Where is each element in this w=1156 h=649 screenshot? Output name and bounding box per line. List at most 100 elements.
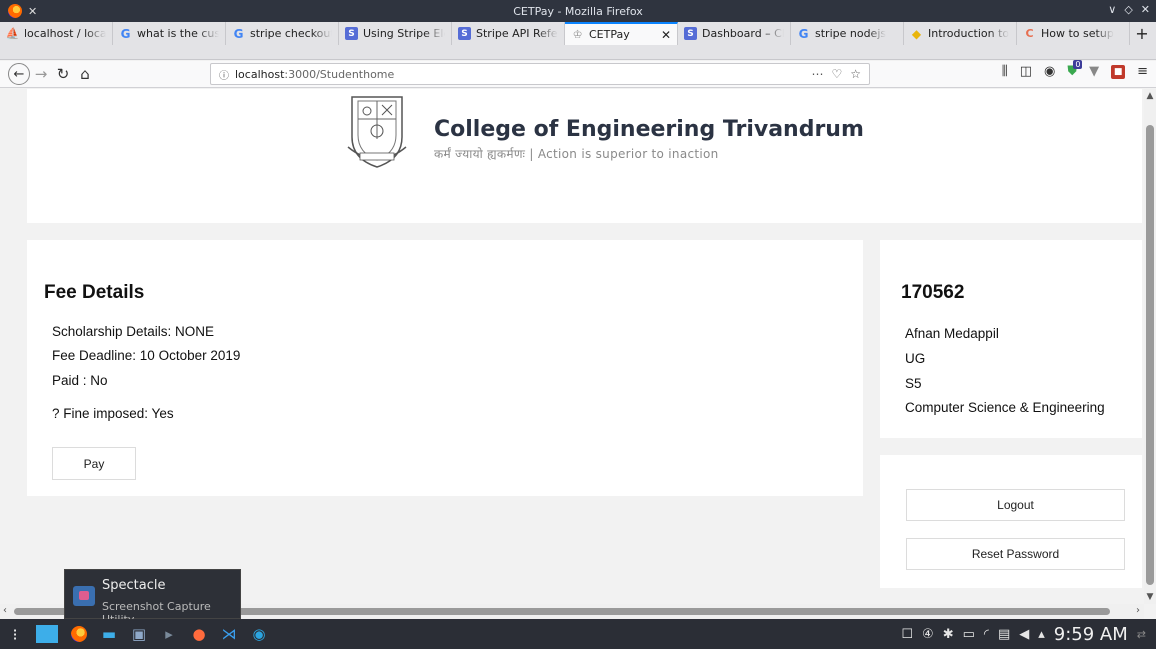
student-info-card: 170562 Afnan Medappil UG S5 Computer Sci… [880,240,1142,438]
firefox-taskbar-icon[interactable] [64,619,94,649]
spectacle-icon [73,586,95,606]
ublock-icon[interactable]: ⛊ 0 [1067,60,1083,79]
tooltip-title: Spectacle [102,578,166,593]
system-monitor-icon[interactable]: ▣ [124,619,154,649]
page-viewport: College of Engineering Trivandrum कर्मं … [0,89,1156,619]
menu-icon[interactable]: ≡ [1137,64,1148,79]
student-id: 170562 [901,282,965,303]
student-name: Afnan Medappil [905,326,999,341]
tab-stripe-elements[interactable]: S Using Stripe Elements [339,22,452,45]
tab-bar: ⛵ localhost / localhost Gwhat is the cust… [0,22,1156,60]
tab-introduction[interactable]: ◆ Introduction to [904,22,1017,45]
window-titlebar: ✕ CETPay - Mozilla Firefox ∨ ◇ ✕ [0,0,1156,22]
tab-google-stripe-checkout[interactable]: Gstripe checkout [226,22,339,45]
fee-details-heading: Fee Details [44,282,145,303]
pin-icon[interactable]: ✕ [28,5,37,18]
student-program: UG [905,351,926,366]
stripe-icon: S [458,27,471,40]
bluetooth-icon[interactable]: ✱ [943,627,954,642]
scroll-down-icon[interactable]: ▼ [1144,592,1156,602]
home-button[interactable]: ⌂ [74,63,96,85]
tab-google-customer[interactable]: Gwhat is the customer [113,22,226,45]
new-tab-button[interactable]: + [1130,22,1154,45]
minimize-icon[interactable]: ∨ [1108,3,1116,16]
red-extension-icon[interactable]: ■ [1111,64,1126,79]
google-icon: G [120,26,131,41]
fine-imposed: ? Fine imposed: Yes [52,406,174,421]
vertical-scrollbar[interactable]: ▲ ▼ [1144,89,1156,604]
tab-label: stripe nodejs [815,27,887,40]
tab-stripe-dashboard[interactable]: S Dashboard – Checkout [678,22,791,45]
scroll-up-icon[interactable]: ▲ [1144,91,1156,101]
clipboard-icon[interactable]: ▤ [998,627,1010,642]
bookmark-star-icon[interactable]: ☆ [850,67,861,81]
tab-label: Using Stripe Elements [363,27,445,40]
college-seal-icon [347,96,407,168]
sidebar-icon[interactable]: ◫ [1020,64,1032,79]
tab-stripe-api[interactable]: S Stripe API Reference [452,22,565,45]
site-info-icon[interactable]: ⓘ [219,67,229,82]
fee-deadline: Fee Deadline: 10 October 2019 [52,348,241,363]
terminal-icon[interactable]: ▸ [154,619,184,649]
notification-count-icon[interactable]: ④ [922,627,934,642]
tab-cetpay[interactable]: ♔ CETPay ✕ [565,22,678,45]
google-icon: G [233,26,244,41]
extension-icon[interactable]: ▼ [1089,64,1099,79]
panel-options-icon[interactable]: ⇄ [1137,628,1146,641]
wifi-icon[interactable]: ◜ [984,627,989,642]
student-semester: S5 [905,376,922,391]
google-icon: G [798,26,809,41]
paid-status: Paid : No [52,373,108,388]
titlebar-left: ✕ [0,4,120,18]
tab-label: How to setup [1041,27,1114,40]
scroll-left-icon[interactable]: ‹ [3,605,7,616]
pocket-icon[interactable]: ♡ [831,67,842,81]
back-button[interactable]: ← [8,63,30,85]
reload-button[interactable]: ↻ [52,63,74,85]
taskbar-clock[interactable]: 9:59 AM [1054,624,1128,645]
account-actions-card: Logout Reset Password [880,455,1142,588]
compass-icon[interactable]: ● [184,619,214,649]
stripe-icon: S [345,27,358,40]
tab-phpmyadmin[interactable]: ⛵ localhost / localhost [0,22,113,45]
tray-expand-icon[interactable]: ▴ [1038,627,1045,642]
virtual-desktop-icon[interactable] [36,625,58,643]
url-bar[interactable]: ⓘ localhost :3000/Studenthome ⋯ ♡ ☆ [210,63,870,85]
tab-label: localhost / localhost [24,27,106,40]
taskbar: ⁝ ▬ ▣ ▸ ● ⋊ ◉ ☐ ④ ✱ ▭ ◜ ▤ ◀ ▴ 9:59 AM ⇄ [0,619,1156,649]
pay-button[interactable]: Pay [52,447,136,480]
app-launcher-icon[interactable]: ⁝ [0,619,30,649]
tab-label: Stripe API Reference [476,27,558,40]
library-icon[interactable]: ⫼ [1002,64,1008,79]
telegram-icon[interactable]: ◉ [244,619,274,649]
close-tab-icon[interactable]: ✕ [661,28,671,42]
tab-how-to-setup[interactable]: C How to setup [1017,22,1130,45]
vscode-icon[interactable]: ⋊ [214,619,244,649]
vertical-scroll-thumb[interactable] [1146,125,1154,585]
navigation-toolbar: ← → ↻ ⌂ ⓘ localhost :3000/Studenthome ⋯ … [0,60,1156,88]
maximize-icon[interactable]: ◇ [1124,3,1132,16]
ublock-badge: 0 [1073,60,1083,69]
tab-label: Dashboard – Checkout [702,27,784,40]
account-icon[interactable]: ◉ [1044,64,1055,79]
cet-icon: ♔ [572,28,583,41]
file-manager-icon[interactable]: ▬ [94,619,124,649]
firefox-icon [8,4,22,18]
display-icon[interactable]: ▭ [963,627,975,642]
close-window-icon[interactable]: ✕ [1141,3,1150,16]
forward-button[interactable]: → [30,63,52,85]
c-icon: C [1025,27,1034,40]
reset-password-button[interactable]: Reset Password [906,538,1125,570]
url-host: localhost [235,67,285,81]
volume-icon[interactable]: ◀ [1019,627,1029,642]
tab-google-stripe-nodejs[interactable]: Gstripe nodejs [791,22,904,45]
scroll-right-icon[interactable]: › [1136,605,1140,616]
scholarship-details: Scholarship Details: NONE [52,324,215,339]
tab-label: Introduction to [928,27,1010,40]
logout-button[interactable]: Logout [906,489,1125,521]
college-motto: कर्मं ज्यायो ह्यकर्मणः | Action is super… [434,147,719,161]
page-actions-icon[interactable]: ⋯ [811,67,823,81]
toolbar-right: ⫼ ◫ ◉ ⛊ 0 ▼ ■ ≡ [1002,60,1148,79]
window-list-icon[interactable]: ☐ [901,627,913,642]
college-name: College of Engineering Trivandrum [434,117,864,142]
